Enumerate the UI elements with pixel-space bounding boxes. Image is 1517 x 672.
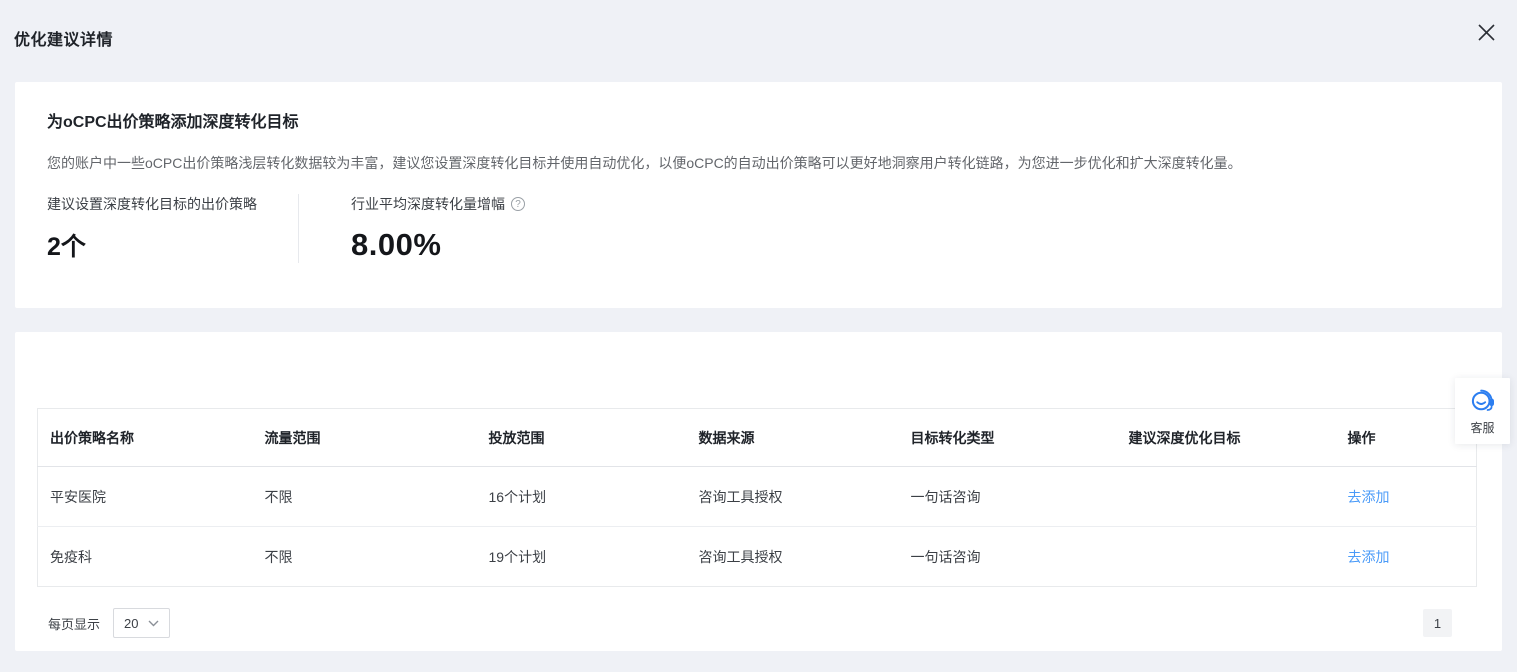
page-number-button[interactable]: 1 [1423,609,1452,637]
table-cell: 一句话咨询 [899,467,1117,527]
stat-value: 8.00% [351,227,525,263]
modal-header: 优化建议详情 [0,0,1517,82]
stat-industry-avg: 行业平均深度转化量增幅 ? 8.00% [351,194,525,263]
table-cell [1117,527,1336,587]
suggestion-card: 为oCPC出价策略添加深度转化目标 您的账户中一些oCPC出价策略浅层转化数据较… [15,82,1502,308]
suggestion-title: 为oCPC出价策略添加深度转化目标 [47,108,1470,132]
column-header: 目标转化类型 [899,409,1117,467]
table-row: 平安医院不限16个计划咨询工具授权一句话咨询 去添加 [38,467,1477,527]
table-cell: 不限 [253,527,477,587]
close-button[interactable] [1476,22,1497,43]
table-cell: 16个计划 [477,467,687,527]
table-cell: 咨询工具授权 [687,467,899,527]
table-cell-action: 去添加 [1336,467,1477,527]
stats-row: 建议设置深度转化目标的出价策略 2个 行业平均深度转化量增幅 ? 8.00% [47,194,1470,263]
strategy-table-card: 出价策略名称流量范围投放范围数据来源目标转化类型建议深度优化目标操作 平安医院不… [15,332,1502,651]
table-body: 平安医院不限16个计划咨询工具授权一句话咨询去添加免疫科不限19个计划咨询工具授… [38,467,1477,587]
stats-divider [298,194,299,263]
service-label: 客服 [1470,419,1494,436]
per-page-label: 每页显示 [48,614,100,633]
close-icon [1476,22,1497,43]
column-header: 投放范围 [477,409,687,467]
stat-strategy-count: 建议设置深度转化目标的出价策略 2个 [47,194,298,263]
customer-service-widget[interactable]: 客服 [1455,378,1510,444]
chevron-down-icon [148,620,159,627]
per-page-control: 每页显示 20 [48,608,170,638]
page-title: 优化建议详情 [14,26,113,50]
table-cell: 19个计划 [477,527,687,587]
per-page-select[interactable]: 20 [113,608,170,638]
stat-label-text: 行业平均深度转化量增幅 [351,194,505,214]
table-row: 免疫科不限19个计划咨询工具授权一句话咨询 去添加 [38,527,1477,587]
per-page-value: 20 [124,616,138,631]
table-cell: 不限 [253,467,477,527]
table-cell: 平安医院 [38,467,253,527]
strategy-table: 出价策略名称流量范围投放范围数据来源目标转化类型建议深度优化目标操作 平安医院不… [37,408,1477,587]
go-add-link[interactable]: 去添加 [1348,549,1390,565]
column-header: 数据来源 [687,409,899,467]
stat-value: 2个 [47,227,298,263]
table-header-row: 出价策略名称流量范围投放范围数据来源目标转化类型建议深度优化目标操作 [38,409,1477,467]
suggestion-description: 您的账户中一些oCPC出价策略浅层转化数据较为丰富，建议您设置深度转化目标并使用… [47,153,1470,173]
column-header: 建议深度优化目标 [1117,409,1336,467]
column-header: 出价策略名称 [38,409,253,467]
table-cell [1117,467,1336,527]
stat-label: 行业平均深度转化量增幅 ? [351,194,525,214]
table-cell: 免疫科 [38,527,253,587]
go-add-link[interactable]: 去添加 [1348,489,1390,505]
table-cell-action: 去添加 [1336,527,1477,587]
table-cell: 咨询工具授权 [687,527,899,587]
help-icon[interactable]: ? [511,197,525,211]
stat-label: 建议设置深度转化目标的出价策略 [47,194,298,214]
table-cell: 一句话咨询 [899,527,1117,587]
column-header: 流量范围 [253,409,477,467]
pagination-bar: 每页显示 20 1 [37,608,1477,638]
headset-icon [1469,387,1496,414]
